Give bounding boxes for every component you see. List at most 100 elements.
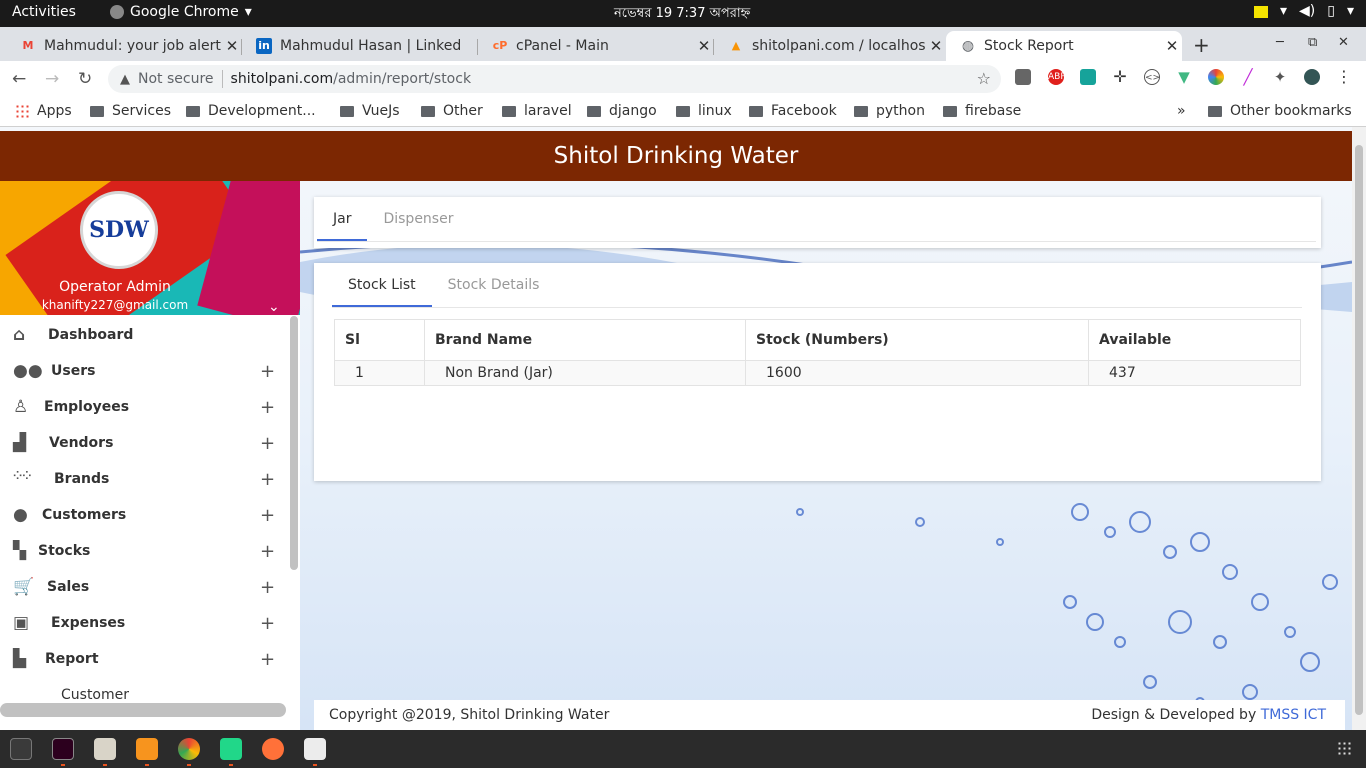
wifi-icon[interactable]: ▾ [1280,3,1287,19]
chevron-down-icon[interactable]: ⌄ [268,299,280,315]
bookmarks-bar: Apps Services Development... VueJs Other… [0,97,1366,127]
page-scrollbar[interactable] [1352,127,1366,730]
column-header[interactable]: Brand Name [424,319,746,361]
tab-jar[interactable]: Jar [317,197,368,241]
bookmark-folder[interactable]: Facebook [749,103,837,119]
browser-tab[interactable]: ▲ shitolpani.com / localhos ✕ [714,31,946,61]
activities-button[interactable]: Activities [12,4,76,20]
bookmark-folder[interactable]: laravel [502,103,572,119]
expand-icon[interactable]: + [260,505,275,526]
restore-icon[interactable]: ⧉ [1308,35,1317,50]
vue-devtools-icon[interactable]: ▼ [1176,69,1192,85]
sidebar-item-brands[interactable]: ⁘⁘ Brands + [0,461,290,497]
close-tab-icon[interactable]: ✕ [926,37,946,55]
close-window-icon[interactable]: ✕ [1338,35,1349,50]
bookmarks-overflow-button[interactable]: » [1177,103,1186,119]
camera-icon[interactable] [1015,69,1031,85]
column-header[interactable]: Stock (Numbers) [745,319,1089,361]
back-icon[interactable]: ← [12,69,26,89]
other-bookmarks[interactable]: Other bookmarks [1208,103,1352,119]
devtools-icon[interactable]: <> [1144,69,1160,85]
reload-icon[interactable]: ↻ [78,69,92,89]
terminal-icon[interactable] [10,738,32,760]
browser-tab[interactable]: cP cPanel - Main ✕ [478,31,714,61]
sidebar-item-dashboard[interactable]: ⌂ Dashboard [0,317,290,353]
bookmark-folder[interactable]: firebase [943,103,1021,119]
notes-icon[interactable] [1253,6,1268,18]
tmss-link[interactable]: TMSS ICT [1261,707,1326,723]
folder-icon [1208,105,1222,117]
close-tab-icon[interactable]: ✕ [1162,37,1182,55]
sidebar-item-sales[interactable]: 🛒 Sales + [0,569,290,605]
terminal-dark-icon[interactable] [52,738,74,760]
expand-icon[interactable]: + [260,361,275,382]
tab-dispenser[interactable]: Dispenser [367,197,469,241]
expand-icon[interactable]: + [260,397,275,418]
bookmark-folder[interactable]: Development... [186,103,316,119]
expand-icon[interactable]: + [260,649,275,670]
sidebar-item-report[interactable]: ▙ Report + [0,641,290,677]
color-picker-icon[interactable] [1208,69,1224,85]
expand-icon[interactable]: + [260,469,275,490]
extensions-icon[interactable]: ✦ [1272,69,1288,85]
pycharm-icon[interactable] [220,738,242,760]
firefox-icon[interactable] [262,738,284,760]
browser-tab[interactable]: M Mahmudul: your job alert ✕ [6,31,242,61]
browser-tab-active[interactable]: ◍ Stock Report ✕ [946,31,1182,61]
credits: Design & Developed by TMSS ICT [1091,707,1326,723]
column-header[interactable]: Available [1088,319,1301,361]
move-icon[interactable]: ✛ [1112,69,1128,85]
minimize-icon[interactable]: ─ [1276,35,1284,50]
bookmark-folder[interactable]: linux [676,103,732,119]
scrollbar-thumb[interactable] [1355,145,1363,715]
security-status[interactable]: Not secure [138,71,214,87]
bookmark-folder[interactable]: Other [421,103,483,119]
expand-icon[interactable]: + [260,433,275,454]
sidebar-subitem-customer[interactable]: Customer [61,687,129,703]
chrome-dock-icon[interactable] [178,738,200,760]
warning-icon[interactable]: ▲ [120,72,130,87]
adblock-icon[interactable]: ABP [1048,69,1066,85]
power-menu-icon[interactable]: ▾ [1347,3,1354,19]
close-tab-icon[interactable]: ✕ [222,37,242,55]
close-tab-icon[interactable]: ✕ [694,37,714,55]
show-apps-icon[interactable] [1337,741,1353,757]
profile-avatar[interactable] [1304,69,1320,85]
sidebar-item-expenses[interactable]: ▣ Expenses + [0,605,290,641]
expand-icon[interactable]: + [260,577,275,598]
sidebar-item-vendors[interactable]: ▟ Vendors + [0,425,290,461]
clock[interactable]: নভেম্বর 19 7:37 অপরাহ্ন [614,4,750,25]
sidebar-item-customers[interactable]: ● Customers + [0,497,290,533]
volume-icon[interactable]: ◀) [1299,3,1315,19]
bookmark-apps[interactable]: Apps [15,103,72,119]
more-menu-icon[interactable]: ⋮ [1336,69,1352,85]
text-editor-icon[interactable] [304,738,326,760]
app-menu[interactable]: Google Chrome ▾ [110,4,252,20]
tab-stock-details[interactable]: Stock Details [432,263,556,307]
expand-icon[interactable]: + [260,613,275,634]
tab-stock-list[interactable]: Stock List [332,263,432,307]
new-tab-button[interactable]: + [1193,33,1210,57]
bookmark-folder[interactable]: python [854,103,925,119]
sidebar-horizontal-scrollbar[interactable] [0,703,286,717]
system-tray[interactable]: ▾ ◀) ▯ ▾ [1253,3,1354,19]
column-header[interactable]: Sl [334,319,425,361]
pen-icon[interactable]: ╱ [1240,69,1256,85]
bookmark-folder[interactable]: VueJs [340,103,400,119]
sidebar-item-users[interactable]: ●● Users + [0,353,290,389]
address-bar[interactable]: ▲ Not secure shitolpani.com /admin/repor… [108,65,1001,93]
browser-tab[interactable]: in Mahmudul Hasan | Linked [242,31,478,61]
forward-icon[interactable]: → [45,69,59,89]
battery-icon[interactable]: ▯ [1327,3,1335,19]
expand-icon[interactable]: + [260,541,275,562]
sidebar-scrollbar[interactable] [290,316,298,570]
bookmark-folder[interactable]: Services [90,103,171,119]
browser-tab-bar: M Mahmudul: your job alert ✕ in Mahmudul… [0,27,1366,61]
sidebar-item-stocks[interactable]: ▚ Stocks + [0,533,290,569]
bookmark-star-icon[interactable]: ☆ [977,69,991,88]
sublime-icon[interactable] [136,738,158,760]
sidebar-item-employees[interactable]: ♙ Employees + [0,389,290,425]
bookmark-folder[interactable]: django [587,103,657,119]
files-icon[interactable] [94,738,116,760]
mail-extension-icon[interactable] [1080,69,1096,85]
